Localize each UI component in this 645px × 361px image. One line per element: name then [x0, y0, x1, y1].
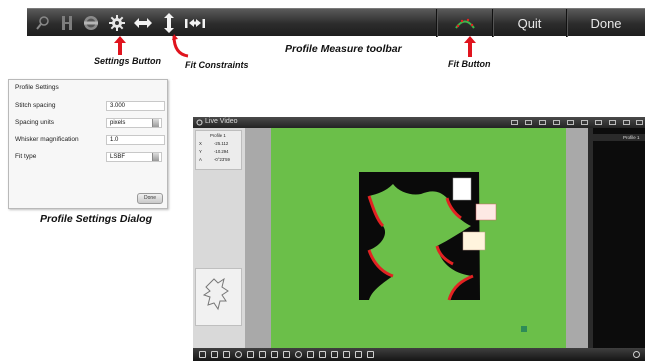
- settings-icon[interactable]: [106, 12, 128, 34]
- toolbar-caption: Profile Measure toolbar: [285, 43, 402, 55]
- pin-icon[interactable]: [595, 120, 602, 125]
- spacing-units-select[interactable]: pixels: [106, 118, 162, 128]
- video-title-bar: Live Video: [193, 117, 645, 128]
- line-icon[interactable]: [247, 351, 254, 358]
- whisker-magnification-field[interactable]: 1.0: [106, 135, 165, 145]
- layers-icon[interactable]: [553, 120, 560, 125]
- info-value: -0°23'59: [214, 157, 230, 162]
- camera-icon[interactable]: [525, 120, 532, 125]
- minimize-icon[interactable]: [609, 120, 616, 125]
- profile-thumbnail[interactable]: [195, 268, 242, 326]
- measure-icon[interactable]: [56, 12, 78, 34]
- dot-icon[interactable]: [271, 351, 278, 358]
- vertical-fit-icon[interactable]: [158, 12, 180, 34]
- horizontal-fit-icon[interactable]: [132, 12, 154, 34]
- point-icon[interactable]: [235, 351, 242, 358]
- chevron-down-icon[interactable]: [152, 119, 159, 127]
- circle-tool-icon[interactable]: [295, 351, 302, 358]
- fit-constraints-arrow: [172, 34, 189, 58]
- fit-type-label: Fit type: [15, 153, 37, 160]
- rectangle-icon[interactable]: [307, 351, 314, 358]
- fit-type-value: LSBF: [110, 154, 126, 160]
- profile-thumbnail-shape: [202, 277, 229, 311]
- refresh-icon[interactable]: [196, 119, 203, 126]
- dialog-title: Profile Settings: [15, 84, 59, 91]
- info-label: A: [199, 157, 202, 162]
- list-item[interactable]: Profile 1: [593, 134, 645, 141]
- hand-icon[interactable]: [199, 351, 206, 358]
- video-left-panel: Profile 1 X -25.112 Y -10.294 A -0°23'59: [193, 128, 245, 348]
- whisker-magnification-label: Whisker magnification: [15, 136, 79, 143]
- live-video-window: Live Video Profile 1 X -25.112 Y -10.294…: [193, 117, 645, 361]
- circle-icon[interactable]: [80, 12, 102, 34]
- settings-small-icon[interactable]: [633, 351, 640, 358]
- info-value: -10.294: [214, 149, 229, 154]
- fit-button-arrow: [464, 36, 476, 57]
- help-icon[interactable]: [636, 120, 643, 125]
- slash-icon[interactable]: [283, 351, 290, 358]
- settings-arrow: [114, 36, 126, 55]
- settings-button-annotation: Settings Button: [94, 56, 161, 66]
- stitch-spacing-label: Stitch spacing: [15, 102, 56, 109]
- stitch-spacing-field[interactable]: 3.000: [106, 101, 165, 111]
- quit-button[interactable]: Quit: [493, 9, 566, 37]
- info-label: Y: [199, 149, 202, 154]
- video-right-panel: Profile 1: [593, 128, 645, 348]
- window-icon[interactable]: [511, 120, 518, 125]
- dialog-caption: Profile Settings Dialog: [40, 213, 153, 225]
- profile-measure-toolbar: Quit Done: [27, 8, 645, 37]
- maximize-icon[interactable]: [623, 120, 630, 125]
- done-button[interactable]: Done: [567, 9, 645, 37]
- info-label: X: [199, 141, 202, 146]
- fit-type-select[interactable]: LSBF: [106, 152, 162, 162]
- pointer-icon[interactable]: [211, 351, 218, 358]
- arc-icon[interactable]: [259, 351, 266, 358]
- video-title: Live Video: [205, 118, 238, 125]
- curve-icon[interactable]: [355, 351, 362, 358]
- part-profile: [359, 172, 527, 332]
- fit-icon[interactable]: [454, 12, 476, 34]
- search-icon[interactable]: [32, 12, 54, 34]
- edge-icon[interactable]: [367, 351, 374, 358]
- profile-info-heading: Profile 1: [210, 133, 226, 138]
- angle-icon[interactable]: [343, 351, 350, 358]
- dialog-done-button[interactable]: Done: [137, 193, 163, 204]
- spacing-units-label: Spacing units: [15, 119, 55, 126]
- grid-icon[interactable]: [539, 120, 546, 125]
- fit-button-annotation: Fit Button: [448, 59, 491, 69]
- zoom-icon[interactable]: [567, 120, 574, 125]
- spacing-units-value: pixels: [110, 120, 126, 126]
- fit-constraints-annotation: Fit Constraints: [185, 60, 249, 70]
- profile-tool-icon[interactable]: [319, 351, 326, 358]
- crosshair-icon[interactable]: [223, 351, 230, 358]
- profile-fit-icon[interactable]: [184, 12, 206, 34]
- video-feed[interactable]: [271, 128, 566, 348]
- chevron-down-icon[interactable]: [152, 153, 159, 161]
- info-value: -25.112: [214, 141, 229, 146]
- video-bottom-toolbar: [193, 348, 645, 361]
- distance-icon[interactable]: [331, 351, 338, 358]
- lock-icon[interactable]: [581, 120, 588, 125]
- profile-settings-dialog: Profile Settings Stitch spacing 3.000 Sp…: [8, 79, 168, 209]
- profile-info-box: Profile 1 X -25.112 Y -10.294 A -0°23'59: [195, 130, 242, 170]
